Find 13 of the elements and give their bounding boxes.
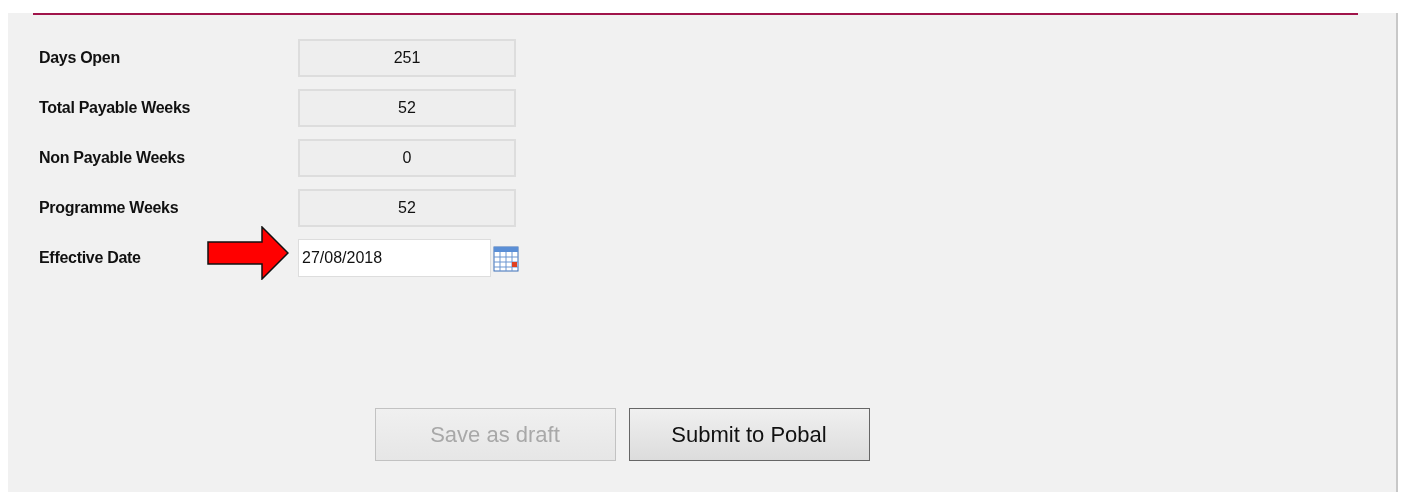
readonly-field: 52 xyxy=(298,189,516,227)
field-label: Non Payable Weeks xyxy=(39,149,185,166)
readonly-field: 52 xyxy=(298,89,516,127)
submit-button[interactable]: Submit to Pobal xyxy=(628,408,870,461)
readonly-field: 0 xyxy=(298,139,516,177)
field-label: Programme Weeks xyxy=(39,199,179,216)
field-label: Total Payable Weeks xyxy=(39,99,191,116)
calendar-icon[interactable] xyxy=(493,244,519,272)
arrow-icon xyxy=(207,226,289,280)
field-label: Effective Date xyxy=(39,249,141,266)
date-field[interactable]: 27/08/2018 xyxy=(298,239,491,277)
readonly-field: 251 xyxy=(298,39,516,77)
field-label: Days Open xyxy=(39,49,120,66)
